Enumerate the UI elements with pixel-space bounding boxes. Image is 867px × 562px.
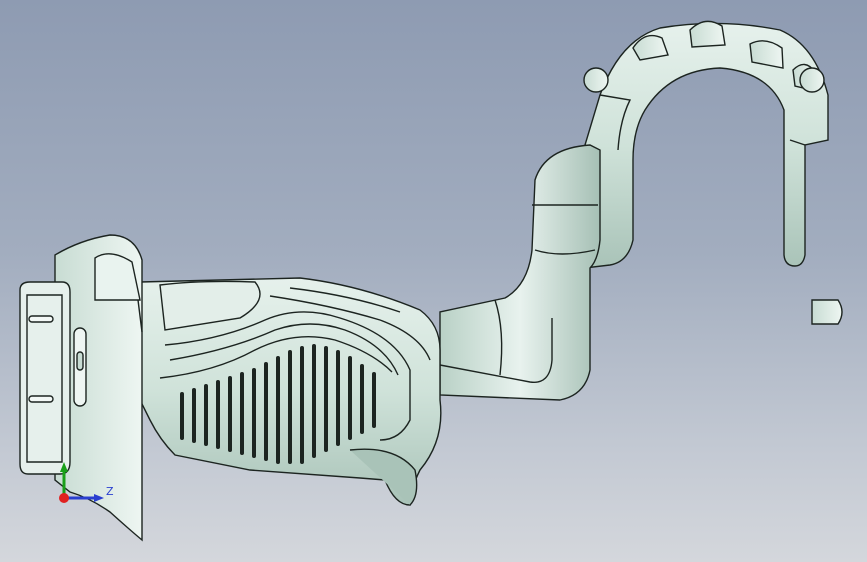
x-axis-icon <box>59 493 69 503</box>
axis-triad: Z <box>59 462 114 503</box>
grip-rib <box>204 384 208 446</box>
grip-rib <box>300 346 304 464</box>
grip-rib <box>348 356 352 440</box>
grip-rib <box>276 356 280 464</box>
cad-3d-viewport[interactable]: Z <box>0 0 867 562</box>
z-axis-arrow-icon <box>94 494 104 502</box>
grip-rib <box>312 344 316 458</box>
z-axis-label: Z <box>106 485 114 498</box>
grip-rib <box>288 350 292 464</box>
grip-rib <box>372 372 376 428</box>
grip-rib <box>252 368 256 458</box>
grip-rib <box>228 376 232 452</box>
grip-rib <box>360 364 364 434</box>
grip-rib <box>192 388 196 443</box>
3d-model-render[interactable] <box>0 0 867 562</box>
connector-tube <box>439 144 601 401</box>
grip-rib <box>216 380 220 449</box>
y-axis-arrow-icon <box>60 462 68 472</box>
grip-rib <box>240 372 244 455</box>
grip-rib <box>324 346 328 452</box>
grip-rib <box>264 362 268 461</box>
grip-rib <box>180 392 184 440</box>
grip-rib <box>336 350 340 446</box>
detached-tab <box>811 299 843 325</box>
arc-bracket <box>583 20 829 269</box>
